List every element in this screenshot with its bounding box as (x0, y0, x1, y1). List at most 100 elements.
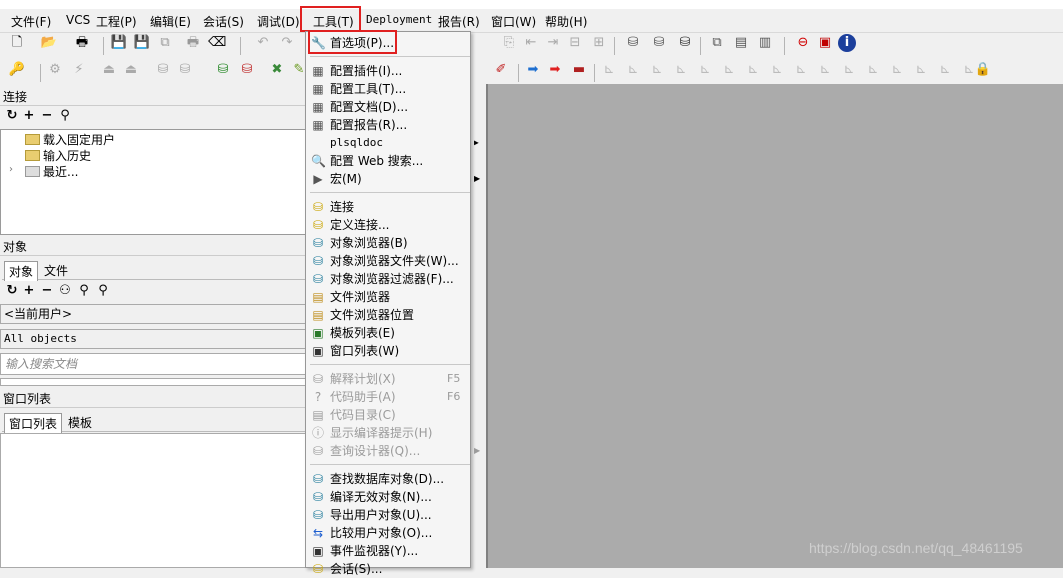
filter-icon[interactable]: ⚲ (75, 282, 93, 300)
menu-item-configure-plugins[interactable]: ▦ 配置插件(I)... (306, 62, 472, 80)
menu-item-export-user-objects[interactable]: ⛁ 导出用户对象(U)... (306, 506, 472, 524)
menu-item-find-db-objects[interactable]: ⛁ 查找数据库对象(D)... (306, 470, 472, 488)
arrow-right-blue-icon[interactable]: ➡ (524, 61, 542, 79)
tab-files[interactable]: 文件 (44, 262, 68, 279)
event-monitor-icon: ▣ (312, 544, 324, 558)
menu-item-compiler-hints[interactable]: ⓘ 显示编译器提示(H) (306, 424, 472, 442)
remove-icon[interactable]: − (38, 107, 56, 125)
menu-session[interactable]: 会话(S) (203, 13, 244, 30)
menu-vcs[interactable]: VCS (66, 13, 90, 27)
copy-icon[interactable]: ⧉ (156, 34, 174, 52)
title-bar (0, 0, 1063, 9)
pdf-icon[interactable]: ▣ (816, 34, 834, 52)
add-icon[interactable]: + (20, 282, 38, 300)
menu-item-query-designer[interactable]: ⛁ 查询设计器(Q)... ▶ (306, 442, 480, 460)
highlighter-icon[interactable]: ✐ (492, 61, 510, 79)
objects-list (0, 378, 306, 386)
menu-edit[interactable]: 编辑(E) (150, 13, 191, 30)
menu-window[interactable]: 窗口(W) (491, 13, 536, 30)
search-doc-input[interactable]: 输入搜索文档 (0, 353, 306, 375)
menu-item-object-browser[interactable]: ⛁ 对象浏览器(B) (306, 234, 472, 252)
undo-icon[interactable]: ↶ (254, 34, 272, 52)
session-icon: ⛁ (312, 562, 324, 576)
user-select[interactable]: <当前用户> (0, 304, 306, 324)
cascade-icon[interactable]: ⧉ (708, 34, 726, 52)
menu-item-macro[interactable]: ▶ 宏(M) ▶ (306, 170, 480, 188)
menu-item-file-browser[interactable]: ▤ 文件浏览器 (306, 288, 472, 306)
menu-item-plsqldoc[interactable]: plsqldoc ▶ (306, 134, 479, 152)
tools-icon[interactable]: ✖ (268, 61, 286, 79)
add-icon[interactable]: + (20, 107, 38, 125)
toolbar-row-1: 🗋 📂 🖶 💾 💾 ⧉ 🖶 ⌫ ↶ ↷ (0, 34, 306, 59)
watermark: https://blog.csdn.net/qq_48461195 (809, 540, 1023, 556)
refresh-icon[interactable]: ↻ (3, 107, 21, 125)
menu-deployment[interactable]: Deployment (366, 13, 432, 26)
toolbar-row-1-right: ⎘ ⇤ ⇥ ⊟ ⊞ ⛁ ⛁ ⛁ ⧉ ▤ ▥ ⊖ ▣ i (486, 34, 1063, 59)
eraser-icon[interactable]: ⌫ (208, 34, 226, 52)
oracle-icon[interactable]: ⊖ (794, 34, 812, 52)
window-list-tabs: 窗口列表 模板 (2, 412, 306, 433)
tab-templates[interactable]: 模板 (68, 414, 92, 431)
gear-icon[interactable]: ⚙ (46, 61, 64, 79)
binoculars-icon[interactable]: ⚇ (56, 282, 74, 300)
menu-item-object-browser-folders[interactable]: ⛁ 对象浏览器文件夹(W)... (306, 252, 472, 270)
menu-item-compile-invalid[interactable]: ⛁ 编译无效对象(N)... (306, 488, 472, 506)
menu-debug[interactable]: 调试(D) (257, 13, 300, 30)
print-icon[interactable]: 🖶 (73, 34, 91, 52)
toolbox-icon[interactable]: ▬ (570, 61, 588, 79)
object-filter-select[interactable]: All objects (0, 329, 306, 349)
tab-window-list[interactable]: 窗口列表 (4, 413, 63, 433)
filter-edit-icon[interactable]: ⚲ (94, 282, 112, 300)
tile-horizontal-icon[interactable]: ▤ (732, 34, 750, 52)
objects-tabs: 对象 文件 (2, 260, 306, 281)
expand-icon[interactable]: › (9, 164, 13, 175)
commit-icon[interactable]: ⏏ (100, 61, 118, 79)
menu-report[interactable]: 报告(R) (438, 13, 480, 30)
menu-item-window-list[interactable]: ▣ 窗口列表(W) (306, 342, 472, 360)
menu-item-code-assistant[interactable]: ? 代码助手(A) F6 (306, 388, 472, 406)
filter-icon[interactable]: ⚲ (56, 107, 74, 125)
tree-node-recent[interactable]: 最近... (43, 163, 78, 180)
tab-objects[interactable]: 对象 (4, 261, 39, 281)
menu-item-file-browser-location[interactable]: ▤ 文件浏览器位置 (306, 306, 472, 324)
open-folder-icon[interactable]: 📂 (40, 34, 58, 52)
redo-icon[interactable]: ↷ (278, 34, 296, 52)
menu-item-configure-reports[interactable]: ▦ 配置报告(R)... (306, 116, 472, 134)
db-disconnect-icon[interactable]: ⛁ (238, 61, 256, 79)
key-icon[interactable]: 🔑 (8, 61, 26, 79)
menu-item-explain-plan[interactable]: ⛁ 解释计划(X) F5 (306, 370, 472, 388)
sql-window-icon[interactable]: ⛁ (176, 61, 194, 79)
menu-item-compare-user-objects[interactable]: ⇆ 比较用户对象(O)... (306, 524, 472, 542)
rollback-icon[interactable]: ⏏ (122, 61, 140, 79)
menu-item-configure-docs[interactable]: ▦ 配置文档(D)... (306, 98, 472, 116)
objects-toolbar: ↻ + − ⚇ ⚲ ⚲ (0, 282, 306, 302)
save-icon[interactable]: 💾 (110, 34, 128, 52)
tree-node-history[interactable]: 输入历史 (43, 147, 91, 164)
tree-node-fixed-users[interactable]: 载入固定用户 (43, 131, 115, 148)
connection-icon: ⛁ (312, 200, 324, 214)
menu-item-define-connection[interactable]: ⛁ 定义连接... (306, 216, 472, 234)
menu-project[interactable]: 工程(P) (96, 13, 137, 30)
menu-item-template-list[interactable]: ▣ 模板列表(E) (306, 324, 472, 342)
remove-icon[interactable]: − (38, 282, 56, 300)
menu-item-code-contents[interactable]: ▤ 代码目录(C) (306, 406, 472, 424)
save-all-icon[interactable]: 💾 (133, 34, 151, 52)
new-icon[interactable]: 🗋 (8, 34, 26, 52)
refresh-icon[interactable]: ↻ (3, 282, 21, 300)
menu-item-configure-tools[interactable]: ▦ 配置工具(T)... (306, 80, 472, 98)
lock-icon[interactable]: 🔒 (974, 61, 992, 79)
menu-file[interactable]: 文件(F) (11, 13, 51, 30)
menu-item-event-monitor[interactable]: ▣ 事件监视器(Y)... (306, 542, 472, 560)
menu-item-connection[interactable]: ⛁ 连接 (306, 198, 472, 216)
tile-vertical-icon[interactable]: ▥ (756, 34, 774, 52)
menu-item-web-search[interactable]: 🔍 配置 Web 搜索... (306, 152, 472, 170)
menu-item-session[interactable]: ⛁ 会话(S)... (306, 560, 472, 578)
lightning-icon[interactable]: ⚡ (70, 61, 88, 79)
info-icon[interactable]: i (838, 34, 856, 52)
arrow-right-red-icon[interactable]: ➡ (546, 61, 564, 79)
print-preview-icon[interactable]: 🖶 (184, 34, 202, 52)
sql-icon[interactable]: ⛁ (154, 61, 172, 79)
menu-help[interactable]: 帮助(H) (545, 13, 587, 30)
menu-item-object-browser-filters[interactable]: ⛁ 对象浏览器过滤器(F)... (306, 270, 472, 288)
db-connect-icon[interactable]: ⛁ (214, 61, 232, 79)
